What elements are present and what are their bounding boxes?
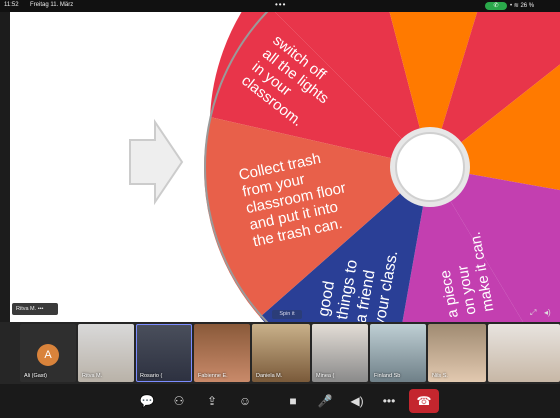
status-dots: ••• — [275, 0, 287, 9]
spin-button[interactable]: Spin it — [272, 310, 302, 319]
status-bar: 11:52 Freitag 11. März ••• ✆ • ≋ 26 % — [0, 0, 560, 12]
more-options-icon[interactable]: ••• — [380, 392, 398, 410]
participant-name: Rosario ( — [140, 373, 163, 379]
participant-strip: A Ali (Gast) Ritva M. Rosario ( Fabienne… — [0, 322, 560, 384]
end-call-button[interactable]: ☎ — [409, 389, 439, 413]
more-icon[interactable]: ••• — [38, 306, 44, 312]
presenter-name: Ritva M. — [16, 306, 37, 312]
call-indicator[interactable]: ✆ — [485, 2, 507, 10]
mic-muted-icon[interactable]: 🎤 — [316, 392, 334, 410]
status-time: 11:52 — [4, 2, 19, 8]
share-screen-icon[interactable]: ⇪ — [203, 392, 221, 410]
speaker-icon[interactable]: ◂) — [544, 308, 551, 317]
participant-name: Fabienne E. — [198, 373, 228, 379]
participant-tile[interactable]: Nils S. — [428, 324, 486, 382]
participant-tile[interactable]: Fabienne E. — [194, 324, 250, 382]
reactions-icon[interactable]: ☺ — [236, 392, 254, 410]
participant-name: Ali (Gast) — [24, 373, 47, 379]
shared-screen: Collect trashfrom yourclassroom floorand… — [10, 12, 560, 322]
participant-tile[interactable]: Minea ( — [312, 324, 368, 382]
camera-icon[interactable]: ■ — [284, 392, 302, 410]
meeting-toolbar: 💬 ⚇ ⇪ ☺ ■ 🎤 ◀) ••• ☎ — [0, 384, 560, 418]
avatar: A — [37, 344, 59, 366]
speaker-toggle-icon[interactable]: ◀) — [348, 392, 366, 410]
participant-name: Finland Sb — [374, 373, 401, 379]
participant-name: Minea ( — [316, 373, 335, 379]
participant-tile[interactable] — [488, 324, 560, 382]
participant-tile[interactable]: A Ali (Gast) — [20, 324, 76, 382]
participant-tile[interactable]: Finland Sb — [370, 324, 426, 382]
participant-name: Ritva M. — [82, 373, 103, 379]
participant-tile[interactable]: Daniela M. — [252, 324, 310, 382]
participant-name: Daniela M. — [256, 373, 283, 379]
presenter-name-tag[interactable]: Ritva M. ••• — [12, 303, 58, 315]
system-icons: • ≋ 26 % — [510, 3, 535, 9]
fullscreen-icon[interactable]: ⤢ — [530, 308, 536, 318]
participant-tile[interactable]: Ritva M. — [78, 324, 134, 382]
battery-text: 26 % — [520, 3, 535, 9]
participant-name: Nils S. — [432, 373, 448, 379]
chat-icon[interactable]: 💬 — [138, 392, 156, 410]
status-date: Freitag 11. März — [30, 2, 74, 8]
spin-wheel-graphic: Collect trashfrom yourclassroom floorand… — [10, 12, 560, 322]
participants-icon[interactable]: ⚇ — [170, 392, 188, 410]
participant-tile[interactable]: Rosario ( — [136, 324, 192, 382]
